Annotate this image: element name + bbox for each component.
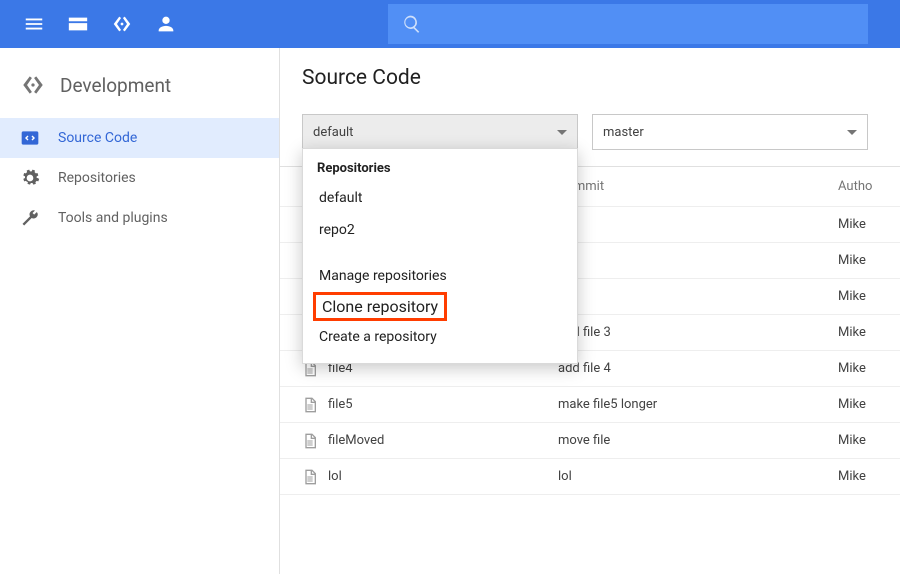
- commit-author: Mike: [838, 361, 900, 376]
- branch-dropdown[interactable]: master: [592, 114, 868, 150]
- file-icon: [302, 433, 318, 449]
- commit-author: Mike: [838, 325, 900, 340]
- repo-option-repo2[interactable]: repo2: [303, 214, 577, 246]
- commit-message: e 1: [558, 253, 838, 268]
- file-name: lol: [328, 469, 342, 484]
- clone-repository-action[interactable]: Clone repository: [303, 292, 577, 321]
- sidebar-item-label: Tools and plugins: [58, 210, 168, 226]
- commit-author: Mike: [838, 433, 900, 448]
- sidebar: Development Source Code Repositories Too…: [0, 48, 280, 574]
- repo-option-default[interactable]: default: [303, 182, 577, 214]
- chevron-down-icon: [557, 130, 567, 135]
- commit-author: Mike: [838, 289, 900, 304]
- table-row[interactable]: lollolMike: [280, 459, 900, 495]
- person-icon: [155, 13, 177, 35]
- manage-repositories-action[interactable]: Manage repositories: [303, 260, 577, 292]
- commit-message: make file5 longer: [558, 397, 838, 412]
- branch-dropdown-value: master: [603, 125, 644, 140]
- card-icon: [67, 13, 89, 35]
- repository-dropdown[interactable]: default: [302, 114, 578, 150]
- create-repository-action[interactable]: Create a repository: [303, 321, 577, 353]
- commit-author: Mike: [838, 217, 900, 232]
- commit-author: Mike: [838, 469, 900, 484]
- commit-message: add file 3: [558, 325, 838, 340]
- repository-dropdown-value: default: [313, 125, 353, 140]
- commit-message: e 0: [558, 217, 838, 232]
- dev-bracket-icon: [20, 72, 46, 98]
- sidebar-item-source-code[interactable]: Source Code: [0, 118, 279, 158]
- table-header-author: Autho: [838, 179, 900, 194]
- wrench-icon: [20, 208, 40, 228]
- billing-button[interactable]: [56, 0, 100, 48]
- sidebar-item-tools[interactable]: Tools and plugins: [0, 198, 279, 238]
- commit-message: e 2: [558, 289, 838, 304]
- hamburger-icon: [23, 13, 45, 35]
- sidebar-title: Development: [60, 74, 171, 97]
- commit-message: move file: [558, 433, 838, 448]
- sidebar-item-repositories[interactable]: Repositories: [0, 158, 279, 198]
- commit-author: Mike: [838, 253, 900, 268]
- topbar: [0, 0, 900, 48]
- account-button[interactable]: [144, 0, 188, 48]
- dropdown-group-label: Repositories: [303, 149, 577, 182]
- search-icon: [402, 14, 422, 34]
- gear-icon: [20, 168, 40, 188]
- commit-message: add file 4: [558, 361, 838, 376]
- commit-author: Mike: [838, 397, 900, 412]
- page-title: Source Code: [280, 66, 900, 114]
- sidebar-item-label: Repositories: [58, 170, 136, 186]
- code-icon: [20, 128, 40, 148]
- search-box[interactable]: [388, 4, 868, 44]
- main-content: Source Code default master N Commit Auth…: [280, 48, 900, 574]
- chevron-down-icon: [847, 130, 857, 135]
- repository-dropdown-menu: Repositories default repo2 Manage reposi…: [302, 148, 578, 364]
- dev-bracket-icon: [111, 13, 133, 35]
- dropdown-separator: [303, 246, 577, 260]
- commit-message: lol: [558, 469, 838, 484]
- sidebar-item-label: Source Code: [58, 130, 137, 146]
- table-row[interactable]: file5 make file5 longerMike: [280, 387, 900, 423]
- file-name: fileMoved: [328, 433, 384, 448]
- table-header-commit: Commit: [558, 179, 838, 194]
- menu-button[interactable]: [12, 0, 56, 48]
- table-row[interactable]: fileMoved move fileMike: [280, 423, 900, 459]
- development-button[interactable]: [100, 0, 144, 48]
- file-name: file5: [328, 397, 353, 412]
- clone-repository-label: Clone repository: [313, 292, 447, 321]
- file-icon: [302, 469, 318, 485]
- file-icon: [302, 397, 318, 413]
- sidebar-header: Development: [0, 48, 279, 118]
